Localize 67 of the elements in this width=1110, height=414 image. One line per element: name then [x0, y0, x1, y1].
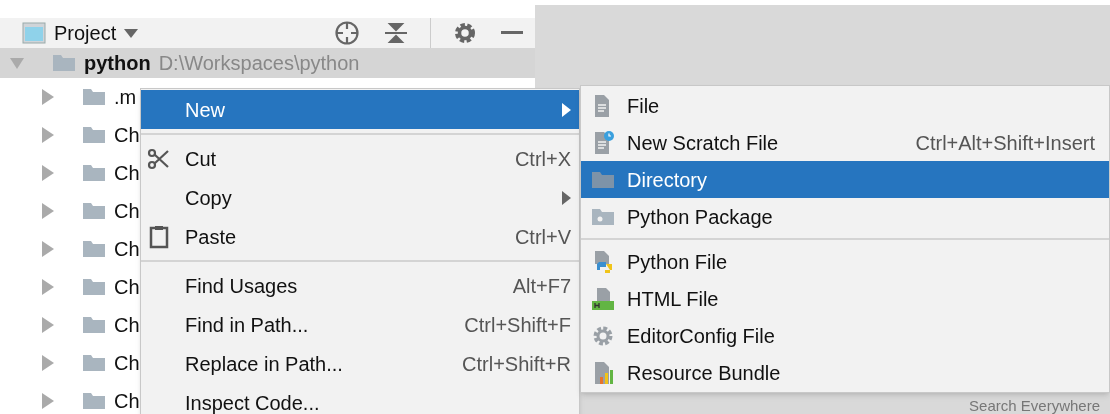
shortcut-text: Ctrl+Alt+Shift+Insert: [915, 130, 1095, 156]
folder-icon: [52, 54, 76, 72]
dropdown-caret-icon[interactable]: [124, 28, 139, 38]
menu-item[interactable]: HTML File: [581, 280, 1109, 317]
folder-icon: [82, 316, 106, 334]
menu-item[interactable]: Python Package: [581, 198, 1109, 235]
shortcut-text: Ctrl+Shift+F: [464, 312, 571, 338]
shortcut-text: Ctrl+Shift+R: [462, 351, 571, 377]
expand-arrow-icon[interactable]: [42, 203, 54, 219]
folder-icon: [82, 354, 106, 372]
expand-arrow-icon[interactable]: [42, 393, 54, 409]
shortcut-text: Ctrl+V: [514, 224, 571, 250]
panel-title[interactable]: Project: [54, 18, 117, 48]
menu-item[interactable]: New: [141, 90, 579, 129]
shortcut-text: Alt+F7: [512, 273, 571, 299]
folder-icon: [82, 392, 106, 410]
tree-item-name[interactable]: Ch: [114, 158, 140, 188]
tree-root-path: D:\Workspaces\python: [158, 51, 360, 76]
folder-icon: [82, 202, 106, 220]
menu-item[interactable]: Python File: [581, 243, 1109, 280]
menu-item[interactable]: Directory: [581, 161, 1109, 198]
folder-icon: [82, 164, 106, 182]
expand-arrow-icon[interactable]: [42, 165, 54, 181]
shortcut-text: Ctrl+X: [514, 146, 571, 172]
tree-row[interactable]: python D:\Workspaces\python: [0, 48, 535, 78]
folder-icon: [82, 88, 106, 106]
tree-item-name[interactable]: .m: [114, 82, 137, 112]
tree-item-name[interactable]: Ch: [114, 310, 140, 340]
html-file-icon: [591, 286, 615, 311]
tree-item-name[interactable]: Ch: [114, 348, 140, 378]
expand-arrow-icon[interactable]: [42, 279, 54, 295]
clipboard-icon: [147, 224, 171, 249]
window-icon: [22, 22, 46, 44]
tree-root-name: python: [84, 51, 151, 76]
expand-arrow-icon[interactable]: [42, 127, 54, 143]
crosshair-icon[interactable]: [334, 20, 360, 46]
expand-arrow-icon[interactable]: [42, 89, 54, 105]
folder-icon: [82, 240, 106, 258]
tree-item-name[interactable]: Ch: [114, 234, 140, 264]
minimize-icon[interactable]: [501, 31, 523, 35]
folder-icon: [82, 126, 106, 144]
menu-item[interactable]: Inspect Code...: [141, 383, 579, 414]
expand-arrow-icon[interactable]: [42, 355, 54, 371]
folder-icon: [82, 278, 106, 296]
tree-item-name[interactable]: Ch: [114, 272, 140, 302]
menu-item[interactable]: Paste Ctrl+V: [141, 217, 579, 256]
tree-item-name[interactable]: Ch: [114, 386, 140, 414]
menu-item[interactable]: File: [581, 87, 1109, 124]
menu-item[interactable]: New Scratch File Ctrl+Alt+Shift+Insert: [581, 124, 1109, 161]
folder-icon: [591, 170, 615, 189]
expand-arrow-icon[interactable]: [10, 56, 24, 70]
menu-item[interactable]: Find in Path... Ctrl+Shift+F: [141, 305, 579, 344]
menu-item[interactable]: Cut Ctrl+X: [141, 139, 579, 178]
menu-item[interactable]: Copy: [141, 178, 579, 217]
collapse-all-icon[interactable]: [384, 21, 408, 45]
editor-hint: Search Everywhere: [969, 398, 1100, 414]
settings-icon[interactable]: [453, 21, 477, 45]
menu-item[interactable]: Replace in Path... Ctrl+Shift+R: [141, 344, 579, 383]
expand-arrow-icon[interactable]: [42, 241, 54, 257]
menu-item[interactable]: Resource Bundle: [581, 354, 1109, 391]
tree-item-name[interactable]: Ch: [114, 196, 140, 226]
menu-item[interactable]: Find Usages Alt+F7: [141, 266, 579, 305]
tree-item-name[interactable]: Ch: [114, 120, 140, 150]
scissors-icon: [147, 146, 171, 171]
menu-item[interactable]: EditorConfig File: [581, 317, 1109, 354]
package-folder-icon: [591, 207, 615, 226]
expand-arrow-icon[interactable]: [42, 317, 54, 333]
